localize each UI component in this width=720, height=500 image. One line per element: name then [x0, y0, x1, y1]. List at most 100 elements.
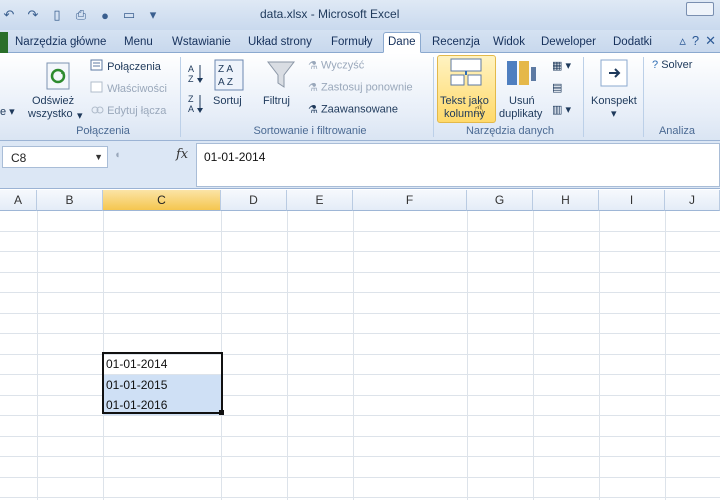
chevron-down-icon[interactable]: ▼: [94, 152, 103, 162]
sort-button[interactable]: Sortuj: [213, 95, 242, 107]
remove-duplicates-button[interactable]: Usuń: [509, 95, 535, 107]
minimize-ribbon-icon[interactable]: ▵: [679, 33, 686, 49]
grid-line: [0, 231, 720, 232]
sort-az-icon[interactable]: AZ: [186, 63, 206, 88]
filter-button[interactable]: Filtruj: [263, 95, 290, 107]
grid-line: [0, 415, 720, 416]
open-folder-icon[interactable]: ▭: [120, 6, 138, 24]
edit-links-button[interactable]: Edytuj łącza: [90, 103, 166, 119]
clear-filter-icon: ⚗: [308, 60, 318, 72]
advanced-button[interactable]: ⚗ Zaawansowane: [308, 103, 398, 116]
solver-icon: ?: [652, 59, 659, 72]
formula-value: 01-01-2014: [204, 150, 266, 164]
name-box-value: C8: [11, 151, 27, 165]
sort-za-icon[interactable]: ZA: [186, 93, 206, 118]
tab-formulas[interactable]: Formuły: [327, 33, 377, 53]
tab-insert[interactable]: Wstawianie: [168, 33, 235, 53]
tab-file[interactable]: [0, 32, 8, 53]
excel-window: ↶ ↷ ▯ ⎙ ● ▭ ▾ data.xlsx - Microsoft Exce…: [0, 0, 720, 500]
tab-page-layout[interactable]: Układ strony: [244, 33, 316, 53]
help-icon[interactable]: ?: [692, 33, 699, 49]
formula-input[interactable]: 01-01-2014: [196, 143, 720, 187]
group-separator: [643, 57, 644, 137]
reapply-button[interactable]: ⚗ Zastosuj ponownie: [308, 81, 413, 94]
window-controls[interactable]: [686, 2, 714, 16]
grid-line: [0, 251, 720, 252]
grid-line: [0, 292, 720, 293]
outline-button[interactable]: Konspekt: [591, 95, 637, 107]
text-to-columns-icon: [450, 57, 482, 87]
chevron-down-icon[interactable]: ▾: [611, 107, 617, 120]
formula-bar: C8 ▼ ◖ fx 01-01-2014: [0, 141, 720, 189]
group-data-tools-label: Narzędzia danych: [465, 125, 555, 137]
ribbon-data: e ▾ Odśwież wszystko ▾ Połączenia Właści…: [0, 53, 720, 141]
what-if-icon[interactable]: ▥ ▾: [552, 103, 571, 116]
reapply-icon: ⚗: [308, 82, 318, 94]
column-header-b[interactable]: B: [37, 190, 103, 211]
consolidate-icon[interactable]: ▤: [552, 81, 562, 94]
title-bar: ↶ ↷ ▯ ⎙ ● ▭ ▾ data.xlsx - Microsoft Exce…: [0, 0, 720, 30]
grid-line: [0, 333, 720, 334]
close-icon[interactable]: ✕: [705, 33, 716, 49]
grid-line: [0, 477, 720, 478]
quick-access-toolbar: ↶ ↷ ▯ ⎙ ● ▭ ▾: [0, 5, 168, 25]
properties-button[interactable]: Właściwości: [90, 81, 167, 97]
name-box[interactable]: C8 ▼: [2, 146, 108, 168]
tab-review[interactable]: Recenzja: [428, 33, 484, 53]
group-separator: [180, 57, 181, 137]
properties-icon: [90, 81, 104, 97]
remove-duplicates-button-line2[interactable]: duplikaty: [499, 108, 542, 120]
redo-icon[interactable]: ↷: [24, 6, 42, 24]
selection-border: [102, 352, 223, 414]
tab-home[interactable]: Narzędzia główne: [11, 33, 110, 53]
insert-function-icon[interactable]: fx: [176, 147, 188, 162]
tab-view[interactable]: Widok: [489, 33, 529, 53]
column-header-c[interactable]: C: [103, 190, 221, 211]
column-header-a[interactable]: A: [0, 190, 37, 211]
chevron-down-icon[interactable]: ▾: [77, 109, 83, 122]
partial-dropdown-icon[interactable]: e ▾: [0, 105, 15, 118]
undo-icon[interactable]: ↶: [0, 6, 18, 24]
formula-tools-icon[interactable]: ◖: [114, 149, 121, 161]
clear-button[interactable]: ⚗ Wyczyść: [308, 59, 364, 72]
solver-label: Solver: [661, 59, 693, 71]
column-header-e[interactable]: E: [287, 190, 353, 211]
refresh-all-icon: [44, 61, 74, 91]
column-header-d[interactable]: D: [221, 190, 287, 211]
column-header-g[interactable]: G: [467, 190, 533, 211]
circle-icon[interactable]: ●: [96, 6, 114, 24]
svg-text:A: A: [188, 104, 194, 114]
edit-links-label: Edytuj łącza: [107, 104, 167, 117]
tab-data[interactable]: Dane: [383, 32, 421, 53]
refresh-all-button[interactable]: Odśwież: [32, 95, 74, 107]
outline-icon: [600, 59, 628, 87]
reapply-label: Zastosuj ponownie: [320, 81, 413, 94]
refresh-all-button-line2[interactable]: wszystko: [28, 108, 73, 120]
grid-line: [0, 436, 720, 437]
remove-duplicates-icon: [505, 59, 537, 89]
properties-label: Właściwości: [107, 82, 167, 95]
column-header-j[interactable]: J: [665, 190, 720, 211]
sort-dialog-icon: Z A A Z: [214, 59, 244, 91]
tab-addins[interactable]: Dodatki: [609, 33, 656, 53]
column-header-h[interactable]: H: [533, 190, 599, 211]
svg-text:Z: Z: [188, 94, 194, 104]
advanced-label: Zaawansowane: [320, 103, 398, 116]
tab-developer[interactable]: Deweloper: [537, 33, 600, 53]
svg-text:A Z: A Z: [218, 77, 233, 88]
column-header-f[interactable]: F: [353, 190, 467, 211]
advanced-filter-icon: ⚗: [308, 104, 318, 116]
connections-button[interactable]: Połączenia: [90, 59, 161, 75]
new-file-icon[interactable]: ▯: [48, 6, 66, 24]
chevron-down-icon[interactable]: ▾: [144, 6, 162, 24]
data-validation-icon[interactable]: ▦ ▾: [552, 59, 571, 72]
print-preview-icon[interactable]: ⎙: [72, 6, 90, 24]
solver-button[interactable]: ? Solver: [652, 59, 692, 71]
ribbon-tabs: Narzędzia główne Menu Wstawianie Układ s…: [0, 30, 720, 53]
column-header-i[interactable]: I: [599, 190, 665, 211]
connections-icon: [90, 59, 104, 75]
group-separator: [583, 57, 584, 137]
window-title: data.xlsx - Microsoft Excel: [260, 7, 400, 21]
fill-handle[interactable]: [219, 410, 224, 415]
tab-menu[interactable]: Menu: [120, 33, 157, 53]
